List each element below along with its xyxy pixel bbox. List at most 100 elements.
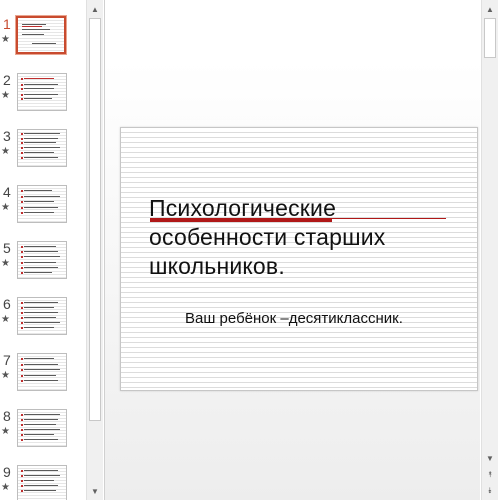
thumbnail-bullet xyxy=(21,434,23,436)
thumbnail-bullet xyxy=(21,190,23,192)
thumbnail-text-line xyxy=(24,429,60,430)
thumbnail-bullet xyxy=(21,480,23,482)
thumbnail-bullet xyxy=(21,138,23,140)
slide-thumbnail-image[interactable] xyxy=(17,297,67,335)
animation-star-icon: ★ xyxy=(1,426,10,437)
slide-number: 6 xyxy=(3,296,11,312)
slide-thumbnail-item[interactable]: 2 ★ xyxy=(0,72,86,122)
thumbnail-bullet xyxy=(21,429,23,431)
slide-thumbnail-image[interactable] xyxy=(17,409,67,447)
slide-number: 5 xyxy=(3,240,11,256)
thumbnail-text-line xyxy=(22,34,44,35)
slide-number: 1 xyxy=(3,16,11,32)
thumbnail-bullet xyxy=(21,212,23,214)
slide-thumbnail-image[interactable] xyxy=(17,129,67,167)
thumbnail-text-line xyxy=(24,439,58,440)
thumbnail-text-line xyxy=(32,43,56,44)
thumbnail-bullet xyxy=(21,307,23,309)
slide-number: 2 xyxy=(3,72,11,88)
thumbnail-text-line xyxy=(24,84,58,85)
thumbnail-text-line xyxy=(24,267,58,268)
slide-thumbnail-item[interactable]: 6 ★ xyxy=(0,296,86,346)
thumbnail-bullet xyxy=(21,317,23,319)
thumbnail-bullet xyxy=(21,272,23,274)
thumbnail-bullet xyxy=(21,157,23,159)
thumbnail-bullet xyxy=(21,302,23,304)
thumbnail-bullet xyxy=(21,475,23,477)
scroll-down-icon[interactable]: ▼ xyxy=(482,450,498,466)
editor-scrollbar[interactable]: ▲ ▼ ⯭ ⯯ xyxy=(481,0,498,500)
scroll-down-icon[interactable]: ▼ xyxy=(87,483,103,499)
slide-thumbnail-item[interactable]: 9 ★ xyxy=(0,464,86,500)
slide-thumbnail-image[interactable] xyxy=(17,73,67,111)
thumbnail-text-line xyxy=(24,88,54,89)
thumbnail-text-line xyxy=(22,24,46,25)
previous-slide-icon[interactable]: ⯭ xyxy=(482,467,498,483)
thumbnail-bullet xyxy=(21,414,23,416)
thumbnail-bullet xyxy=(21,312,23,314)
editor-scroll-thumb[interactable] xyxy=(484,18,496,58)
thumbnail-text-line xyxy=(24,307,54,308)
slide-thumbnail-image[interactable] xyxy=(17,465,67,500)
thumbnail-bullet xyxy=(21,152,23,154)
thumbnail-text-line xyxy=(24,475,60,476)
thumbnail-text-line xyxy=(24,157,58,158)
slide-thumbnail-item[interactable]: 1 ★ xyxy=(0,16,86,66)
thumbnail-bullet xyxy=(21,133,23,135)
slide-subtitle[interactable]: Ваш ребёнок –десятиклассник. xyxy=(185,310,465,327)
thumbnail-text-line xyxy=(24,256,60,257)
thumbnail-text-line xyxy=(24,262,56,263)
thumbnail-text-line xyxy=(24,322,60,323)
scroll-up-icon[interactable]: ▲ xyxy=(482,1,498,17)
slide-number: 7 xyxy=(3,352,11,368)
slide-thumbnail-item[interactable]: 7 ★ xyxy=(0,352,86,402)
thumbnail-bullet xyxy=(21,78,23,80)
thumbnail-bullet xyxy=(21,485,23,487)
slide-canvas[interactable]: Психологические особенности старших школ… xyxy=(120,127,478,391)
thumbnail-text-line xyxy=(22,29,50,30)
slide-thumbnail-image[interactable] xyxy=(16,16,66,54)
animation-star-icon: ★ xyxy=(1,202,10,213)
thumbnail-text-line xyxy=(24,419,58,420)
slide-number: 9 xyxy=(3,464,11,480)
slide-thumbnail-item[interactable]: 5 ★ xyxy=(0,240,86,290)
thumbnail-text-line xyxy=(24,317,56,318)
thumbnail-scrollbar[interactable]: ▲ ▼ xyxy=(86,0,103,500)
scroll-up-icon[interactable]: ▲ xyxy=(87,1,103,17)
slide-thumbnail-image[interactable] xyxy=(17,353,67,391)
thumbnail-bullet xyxy=(21,439,23,441)
slide-title-line: школьников. xyxy=(149,253,285,279)
thumbnail-text-line xyxy=(24,152,54,153)
thumbnail-text-line xyxy=(24,312,58,313)
animation-star-icon: ★ xyxy=(1,258,10,269)
thumbnail-text-line xyxy=(24,470,58,471)
thumbnail-text-line xyxy=(24,251,58,252)
thumbnail-bullet xyxy=(21,322,23,324)
thumbnail-text-line xyxy=(24,480,54,481)
thumbnail-text-line xyxy=(24,375,56,376)
title-underline-accent xyxy=(150,219,332,222)
animation-star-icon: ★ xyxy=(1,90,10,101)
thumbnail-text-line xyxy=(24,94,58,95)
thumbnail-bullet xyxy=(21,419,23,421)
slide-thumbnail-item[interactable]: 3 ★ xyxy=(0,128,86,178)
slide-title[interactable]: Психологические особенности старших школ… xyxy=(149,194,469,281)
thumbnail-bullet xyxy=(21,358,23,360)
animation-star-icon: ★ xyxy=(1,146,10,157)
thumbnail-text-line xyxy=(24,327,54,328)
slide-number: 8 xyxy=(3,408,11,424)
thumbnail-bullet xyxy=(21,375,23,377)
slide-thumbnail-item[interactable]: 4 ★ xyxy=(0,184,86,234)
slide-thumbnail-item[interactable]: 8 ★ xyxy=(0,408,86,458)
slide-number: 4 xyxy=(3,184,11,200)
next-slide-icon[interactable]: ⯯ xyxy=(482,483,498,499)
thumbnail-bullet xyxy=(21,94,23,96)
slide-thumbnail-image[interactable] xyxy=(17,241,67,279)
thumbnail-scroll-thumb[interactable] xyxy=(89,18,101,421)
thumbnail-bullet xyxy=(21,490,23,492)
thumbnail-bullet xyxy=(21,142,23,144)
thumbnail-text-line xyxy=(24,138,58,139)
thumbnail-text-line xyxy=(22,26,42,27)
slide-thumbnail-image[interactable] xyxy=(17,185,67,223)
thumbnail-text-line xyxy=(24,302,58,303)
